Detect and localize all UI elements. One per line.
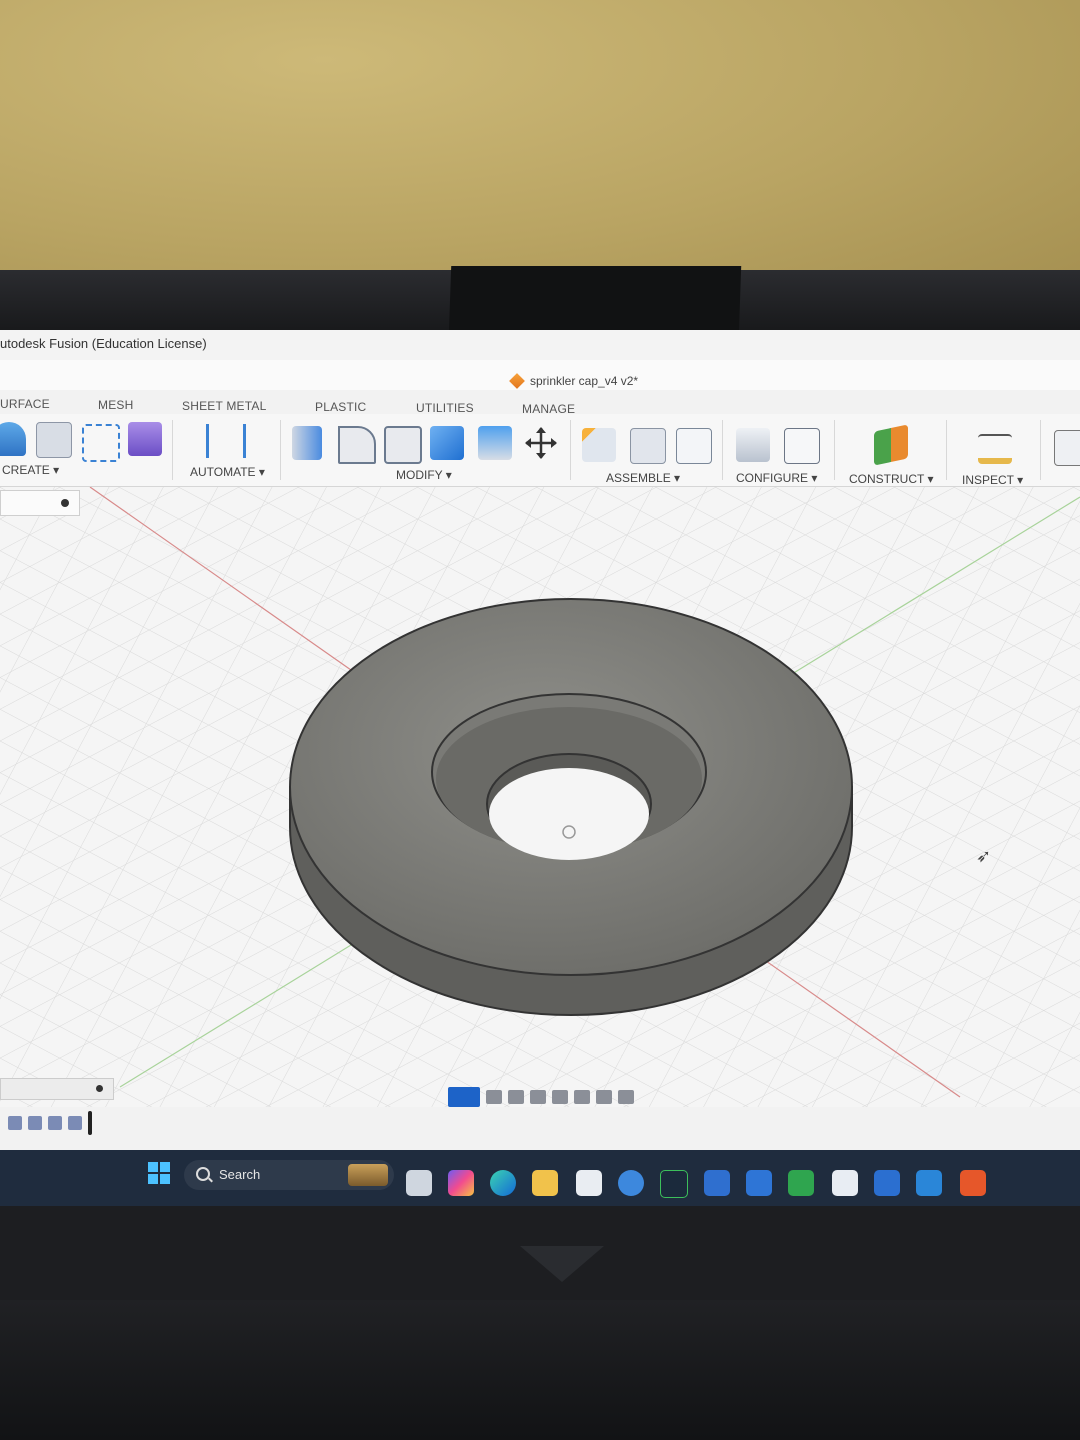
modify-menu[interactable]: MODIFY ▾ [396,468,452,482]
navigation-bar [448,1086,680,1108]
grid-settings-icon[interactable] [596,1090,612,1104]
washer-model[interactable] [289,598,853,1016]
insert-icon[interactable] [1054,430,1080,466]
chrome-profile-icon[interactable] [618,1170,644,1196]
mesh-sphere-icon[interactable] [36,422,72,458]
move-icon[interactable] [524,426,558,460]
3d-viewport[interactable] [0,487,1080,1107]
document-name: sprinkler cap_v4 v2* [530,374,639,388]
divider [1040,420,1041,480]
timeline-marker-icon[interactable] [88,1111,92,1135]
comments-panel[interactable] [0,1078,114,1100]
store-icon[interactable] [576,1170,602,1196]
window-title: utodesk Fusion (Education License) [0,336,207,351]
create-menu[interactable]: CREATE ▾ [2,463,59,477]
zoom-window-icon[interactable] [552,1090,568,1104]
document-cube-icon [509,373,525,389]
outlook-icon[interactable] [916,1170,942,1196]
shell-icon[interactable] [384,426,422,464]
grid-canvas [0,487,1080,1107]
timeline-extrude-icon[interactable] [28,1116,42,1130]
timeline-sketch-icon[interactable] [8,1116,22,1130]
logo-chevron-icon [520,1246,604,1282]
sketch-points-icon[interactable] [82,424,120,462]
outlook-calendar-icon[interactable] [704,1170,730,1196]
automate-icon[interactable] [206,424,246,458]
laptop-lower-bezel [0,1300,1080,1440]
wall-background [0,0,1080,300]
construct-menu[interactable]: CONSTRUCT ▾ [849,472,933,486]
browser-toggle-icon[interactable] [61,499,69,507]
timeline [0,1110,118,1136]
divider [722,420,723,480]
table-icon[interactable] [676,428,712,464]
look-at-icon[interactable] [486,1090,502,1104]
comments-toggle-icon[interactable] [96,1085,103,1092]
app-c2-icon[interactable] [874,1170,900,1196]
inspect-menu[interactable]: INSPECT ▾ [962,473,1023,487]
tab-surface[interactable]: URFACE [0,397,50,411]
combine-icon[interactable] [430,426,464,460]
configure-table-icon[interactable] [784,428,820,464]
search-highlight-image [348,1164,388,1186]
app-c-icon[interactable] [746,1170,772,1196]
title-bar: utodesk Fusion (Education License) [0,330,1080,361]
windows-start-icon[interactable] [148,1162,170,1184]
search-label: Search [219,1167,261,1182]
hulu-icon[interactable] [660,1170,688,1198]
divider [172,420,173,480]
app-green-icon[interactable] [788,1170,814,1196]
document-tab[interactable]: sprinkler cap_v4 v2* [509,373,639,389]
browser-panel[interactable] [0,490,80,516]
webcam-tape [448,266,742,336]
divider [570,420,571,480]
screen: utodesk Fusion (Education License) URFAC… [0,330,1080,1160]
joint-icon[interactable] [630,428,666,464]
divider [834,420,835,480]
move-arrows [525,427,557,459]
configure-box-icon[interactable] [736,428,770,462]
orbit-icon[interactable] [448,1087,480,1107]
divider [280,420,281,480]
edge-icon[interactable] [490,1170,516,1196]
mouse-cursor-icon: ➶ [976,846,992,866]
measure-icon[interactable] [978,434,1012,464]
display-settings-icon[interactable] [574,1090,590,1104]
divider [946,420,947,480]
taskbar-search[interactable]: Search [184,1160,394,1190]
file-explorer-icon[interactable] [532,1170,558,1196]
configure-menu[interactable]: CONFIGURE ▾ [736,471,817,485]
pan-icon[interactable] [508,1090,524,1104]
fillet-icon[interactable] [338,426,376,464]
zoom-icon[interactable] [530,1090,546,1104]
tab-mesh[interactable]: MESH [98,398,133,412]
new-component-icon[interactable] [582,428,616,462]
fusion-app-icon[interactable] [960,1170,986,1196]
split-body-icon[interactable] [478,426,512,460]
viewports-icon[interactable] [618,1090,634,1104]
copilot-icon[interactable] [448,1170,474,1196]
timeline-fillet-icon[interactable] [68,1116,82,1130]
app-note-icon[interactable] [832,1170,858,1196]
assemble-menu[interactable]: ASSEMBLE ▾ [606,471,680,485]
timeline-hole-icon[interactable] [48,1116,62,1130]
automate-menu[interactable]: AUTOMATE ▾ [190,465,265,479]
search-icon [196,1167,210,1181]
construct-plane-icon[interactable] [874,424,908,466]
tab-plastic[interactable]: PLASTIC [315,400,366,414]
task-view-icon[interactable] [406,1170,432,1196]
generative-icon[interactable] [128,422,162,456]
press-pull-icon[interactable] [292,426,322,460]
tab-sheet-metal[interactable]: SHEET METAL [182,399,266,413]
tab-utilities[interactable]: UTILITIES [416,401,474,415]
